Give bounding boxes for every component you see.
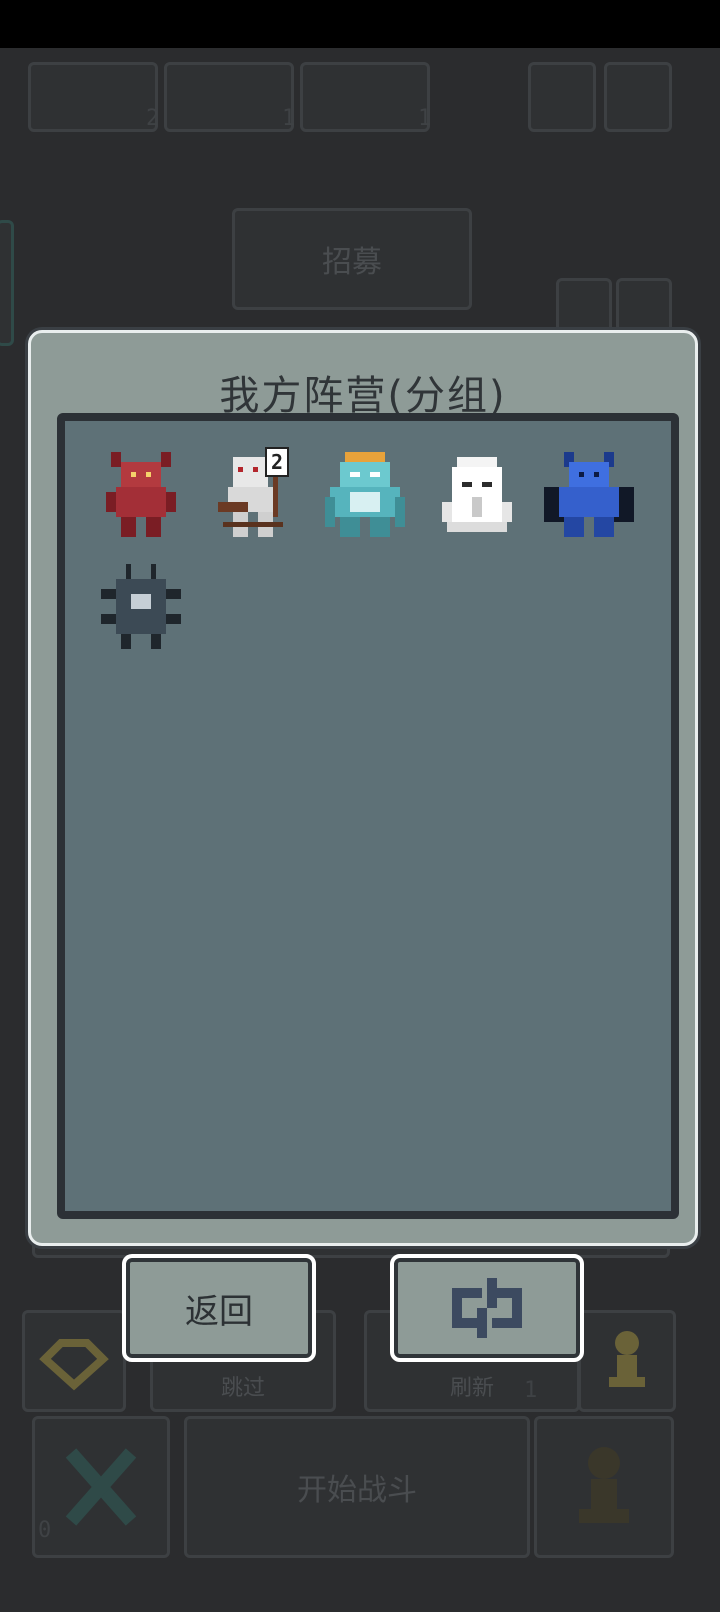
skip-label: 跳过 — [220, 1376, 265, 1401]
status-bar — [0, 0, 720, 48]
red-demon-icon — [106, 452, 176, 537]
roster-panel: 2 — [57, 413, 679, 1219]
unit-cyan-golem[interactable] — [309, 441, 421, 553]
team-slot-2-count: 1 — [282, 106, 296, 131]
team-slot-1 — [28, 62, 158, 132]
pawn-button-bg — [578, 1310, 676, 1412]
gem-button-bg — [22, 1310, 126, 1412]
sell-button-bg — [32, 1416, 170, 1558]
team-slot-2 — [164, 62, 294, 132]
faction-modal: 我方阵营(分组) 2 — [28, 330, 698, 1246]
unit-grid: 2 — [85, 441, 665, 665]
info-button-bg — [528, 62, 596, 132]
cross-icon — [65, 1448, 137, 1526]
back-button[interactable]: 返回 — [122, 1254, 316, 1362]
cyan-golem-icon — [325, 452, 405, 537]
unit-dark-spider-beast[interactable] — [85, 553, 197, 665]
back-button-label: 返回 — [185, 1291, 253, 1332]
left-edge-tab — [0, 220, 14, 346]
cycle-arrows-icon — [452, 1278, 522, 1338]
team-slot-3 — [300, 62, 430, 132]
sell-count: 0 — [38, 1518, 52, 1543]
white-ghost-icon — [442, 457, 512, 532]
swap-button[interactable] — [390, 1254, 584, 1362]
unit-blue-gargoyle[interactable] — [533, 441, 645, 553]
dark-spider-beast-icon — [101, 564, 181, 649]
team-slot-1-count: 2 — [146, 106, 160, 131]
pawn-slot-bg — [534, 1416, 674, 1558]
pawn-icon — [609, 1331, 645, 1387]
gem-icon — [39, 1339, 109, 1391]
refresh-label: 刷新 — [449, 1376, 494, 1401]
start-battle-label: 开始战斗 — [297, 1473, 417, 1508]
unit-white-ghost[interactable] — [421, 441, 533, 553]
unit-red-demon[interactable] — [85, 441, 197, 553]
unit-skeleton-warrior[interactable]: 2 — [197, 441, 309, 553]
start-battle-bg: 开始战斗 — [184, 1416, 530, 1558]
recruit-button-bg: 招募 — [232, 208, 472, 310]
unit-level-badge: 2 — [265, 447, 289, 477]
team-slot-3-count: 1 — [418, 106, 432, 131]
recruit-label: 招募 — [322, 245, 382, 280]
refresh-count: 1 — [524, 1378, 538, 1403]
blue-gargoyle-icon — [544, 452, 634, 537]
menu-button-bg — [604, 62, 672, 132]
pawn-icon — [579, 1447, 629, 1523]
